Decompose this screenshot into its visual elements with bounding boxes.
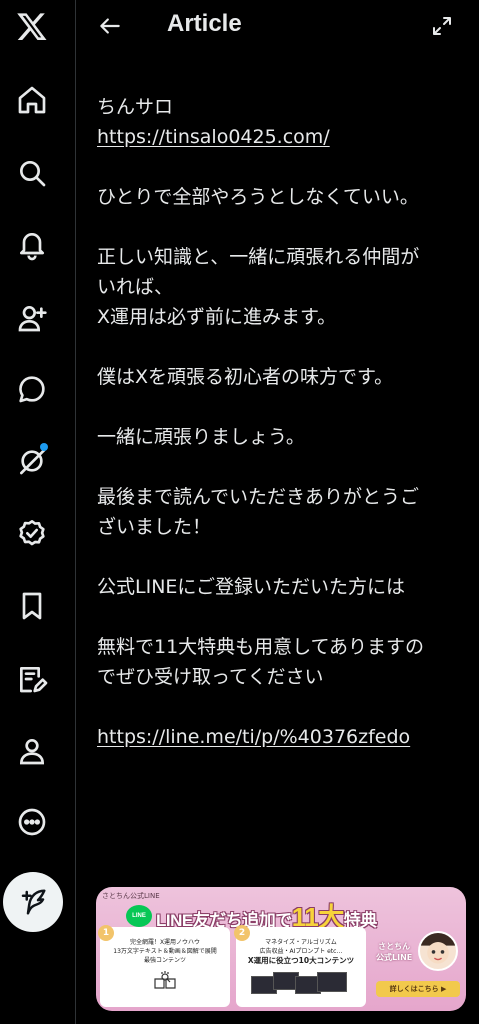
site-link[interactable]: https://tinsalo0425.com/ [97,126,330,148]
verified-icon[interactable] [12,514,52,554]
page-title: Article [167,10,242,37]
benefit-card-1: 1 完全網羅！X運用ノウハウ 13万文字テキスト＆動画＆図解で展開 最強コンテン… [98,925,230,1007]
search-icon[interactable] [12,153,52,193]
card-line: マネタイズ・アルゴリズム [265,939,337,946]
article-header: Article [77,0,479,54]
article-line: ちんサロ [97,96,174,118]
card-line: 13万文字テキスト＆動画＆図解で展開 [113,948,217,955]
card-number: 1 [98,925,114,941]
bell-icon[interactable] [12,225,52,265]
chat-bubble-icon[interactable] [12,369,52,409]
banner-profile-name: さとちん 公式LINE [376,941,412,963]
reading-book-icon [154,971,176,989]
compose-icon [21,889,46,915]
article-line: 無料で11大特典も用意してありますの [97,636,425,658]
back-arrow-icon[interactable] [97,13,123,39]
card-line: 最強コンテンツ [143,957,186,964]
profile-icon[interactable] [12,731,52,771]
article-line: 正しい知識と、一緒に頑張れる仲間が [97,246,420,268]
card-line: 完全網羅！X運用ノウハウ [129,939,201,946]
bookmark-icon[interactable] [12,586,52,626]
article-line: X運用は必ず前に進みます。 [97,306,337,328]
screenshots-thumbnail [251,970,351,996]
line-promo-banner[interactable]: さとちん公式LINE LINE LINE友だち追加で11大特典 1 完全網羅！X… [96,887,466,1011]
article-body: ちんサロ https://tinsalo0425.com/ ひとりで全部やろうと… [97,92,469,752]
add-person-icon[interactable] [12,298,52,338]
article-line: 僕はXを頑張る初心者の味方です。 [97,366,394,388]
article-line: 最後まで読んでいただきありがとうご [97,486,420,508]
avatar-face-icon [420,933,456,964]
line-link[interactable]: https://line.me/ti/p/%40376zfedo [97,726,410,748]
line-logo-icon: LINE [126,904,152,927]
sidebar-nav [0,0,76,1024]
grok-icon[interactable] [12,441,52,481]
article-line: いれば、 [97,276,174,298]
benefit-card-2: 2 マネタイズ・アルゴリズム 広告収益・AIプロンプト etc… X運用に役立つ… [234,925,366,1007]
profile-name-line: さとちん [378,942,411,951]
more-icon[interactable] [12,802,52,842]
home-icon[interactable] [12,80,52,120]
article-line: 公式LINEにご登録いただいた方には [97,576,406,598]
x-logo-icon[interactable] [12,6,52,46]
article-line: でぜひ受け取ってください [97,666,324,688]
avatar [418,931,458,971]
profile-name-line: 公式LINE [376,953,413,962]
card-number: 2 [234,925,250,941]
notification-dot [40,443,48,451]
article-line: 一緒に頑張りましょう。 [97,426,305,448]
article-edit-icon[interactable] [12,659,52,699]
expand-icon[interactable] [430,14,454,38]
compose-button[interactable] [3,872,63,932]
article-line: ざいました！ [97,516,212,538]
banner-profile: さとちん 公式LINE 詳しくはこちら ▶ [372,927,462,1007]
card-line: 広告収益・AIプロンプト etc… [259,948,343,955]
card-line: X運用に役立つ10大コンテンツ [247,956,355,965]
details-button[interactable]: 詳しくはこちら ▶ [376,981,460,997]
article-line: ひとりで全部やろうとしなくていい。 [97,186,419,208]
